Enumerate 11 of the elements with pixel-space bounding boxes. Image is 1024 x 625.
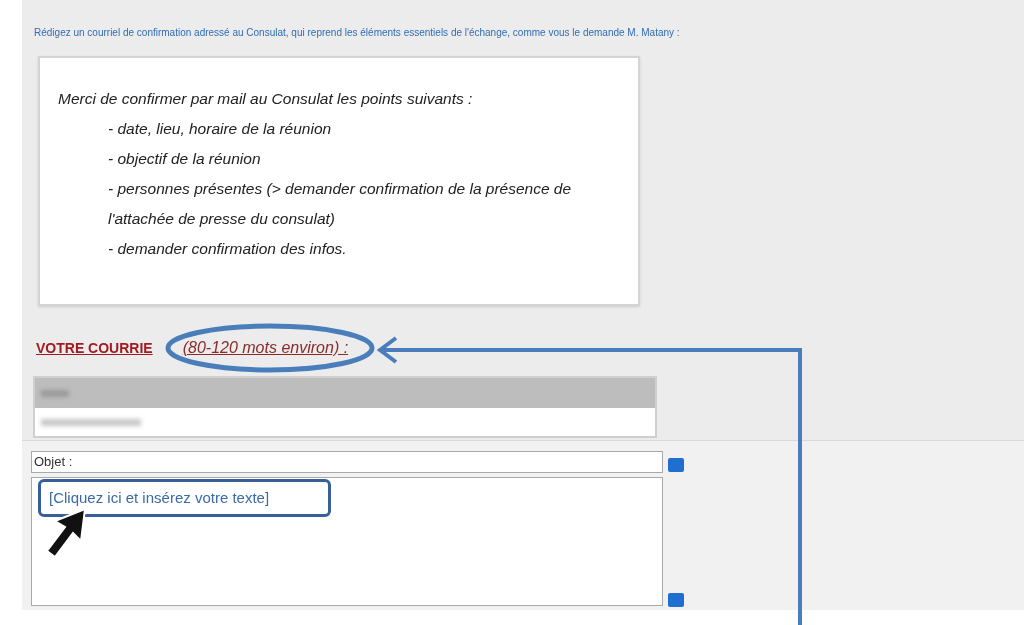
text-area[interactable]: [Cliquez ici et insérez votre texte] (31, 477, 663, 606)
quote-item: - demander confirmation des infos. (108, 239, 348, 259)
word-count-note: (80-120 mots environ) : (182, 338, 349, 358)
quote-item: - personnes présentes (> demander confirmation de la présence de l'attachée de presse du consulat) (108, 179, 573, 229)
quote-intro: Merci de confirmer par mail au Consulat les points suivants : (58, 89, 474, 109)
instruction-text: Rédigez un courriel de confirmation adressé au Consulat, qui reprend les éléments essentiels de l'échange, comme vous le demande M. Matany : (34, 27, 680, 38)
blurred-text (41, 389, 69, 397)
quote-item: - objectif de la réunion (108, 149, 262, 169)
subject-field[interactable]: Objet : (31, 451, 663, 473)
section-heading: VOTRE COURRIE (36, 339, 153, 358)
quote-item: - date, lieu, horaire de la réunion (108, 119, 333, 139)
